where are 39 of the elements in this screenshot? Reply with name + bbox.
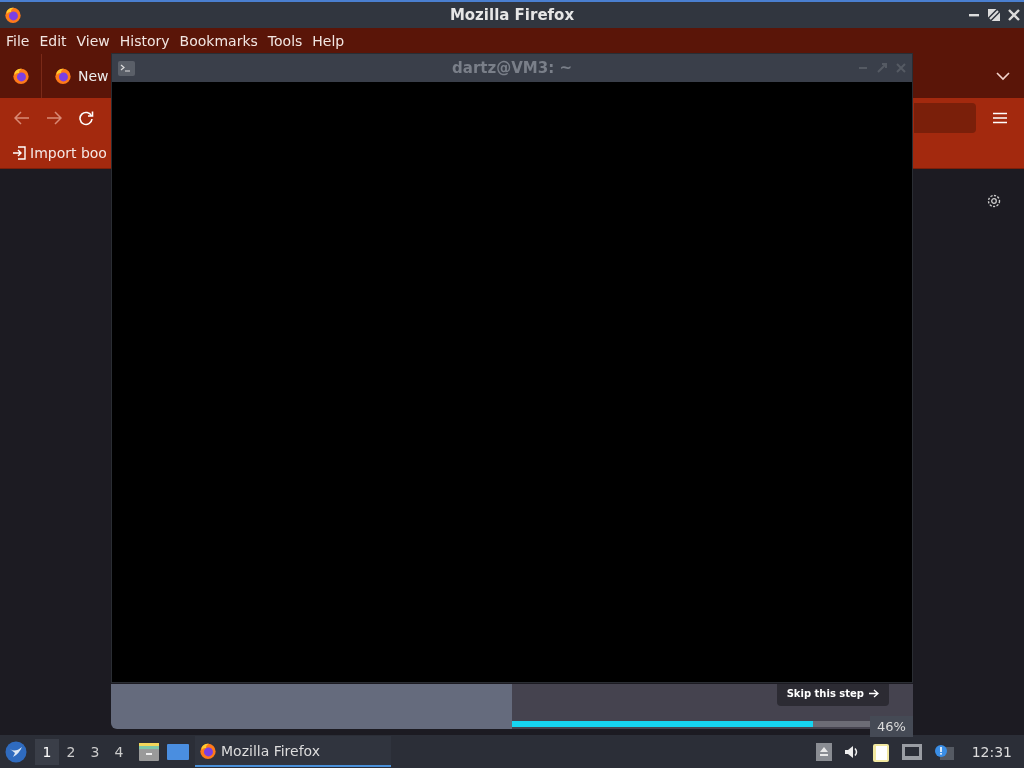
chevron-down-icon[interactable] bbox=[996, 71, 1010, 81]
menu-icon[interactable] bbox=[993, 112, 1007, 124]
reload-icon[interactable] bbox=[78, 110, 94, 126]
menu-item[interactable]: Bookmarks bbox=[175, 31, 262, 51]
menu-item[interactable]: Tools bbox=[263, 31, 307, 51]
bookmark-item[interactable]: Import boo bbox=[12, 145, 107, 161]
menu-item[interactable]: Edit bbox=[35, 31, 71, 51]
import-icon bbox=[12, 146, 26, 160]
notification-icon[interactable] bbox=[933, 743, 954, 760]
menu-item[interactable]: File bbox=[2, 31, 34, 51]
workspace-button[interactable]: 4 bbox=[107, 738, 131, 765]
firefox-icon bbox=[199, 741, 217, 760]
back-icon[interactable] bbox=[14, 111, 30, 125]
file-manager-icon[interactable] bbox=[139, 742, 159, 761]
menu-item[interactable]: History bbox=[115, 31, 174, 51]
window-title: dartz@VM3: ~ bbox=[452, 59, 572, 77]
forward-icon[interactable] bbox=[46, 111, 62, 125]
firefox-icon bbox=[4, 6, 22, 24]
tooltip: 46% bbox=[870, 716, 913, 737]
menu-item[interactable]: View bbox=[72, 31, 114, 51]
arrow-right-icon bbox=[869, 689, 879, 698]
volume-icon[interactable] bbox=[843, 744, 860, 759]
firefox-icon bbox=[11, 67, 30, 85]
workspace-button[interactable]: 1 bbox=[35, 738, 59, 765]
clipboard-icon[interactable] bbox=[871, 741, 890, 762]
eject-icon[interactable] bbox=[815, 742, 832, 761]
window-title: Mozilla Firefox bbox=[449, 6, 575, 24]
firefox-icon bbox=[54, 67, 72, 85]
network-icon[interactable] bbox=[901, 743, 922, 760]
workspace-button[interactable]: 2 bbox=[59, 738, 83, 765]
start-menu-icon[interactable] bbox=[5, 740, 27, 763]
terminal-icon bbox=[118, 60, 135, 76]
desktop-icon[interactable] bbox=[167, 743, 189, 760]
skip-button[interactable]: Skip this step bbox=[776, 684, 889, 706]
taskbar-button[interactable]: Mozilla Firefox bbox=[195, 736, 391, 767]
clock[interactable]: 12:31 bbox=[971, 743, 1012, 760]
menu-item[interactable]: Help bbox=[308, 31, 349, 51]
workspace-button[interactable]: 3 bbox=[83, 738, 107, 765]
settings-icon[interactable] bbox=[986, 193, 1002, 209]
